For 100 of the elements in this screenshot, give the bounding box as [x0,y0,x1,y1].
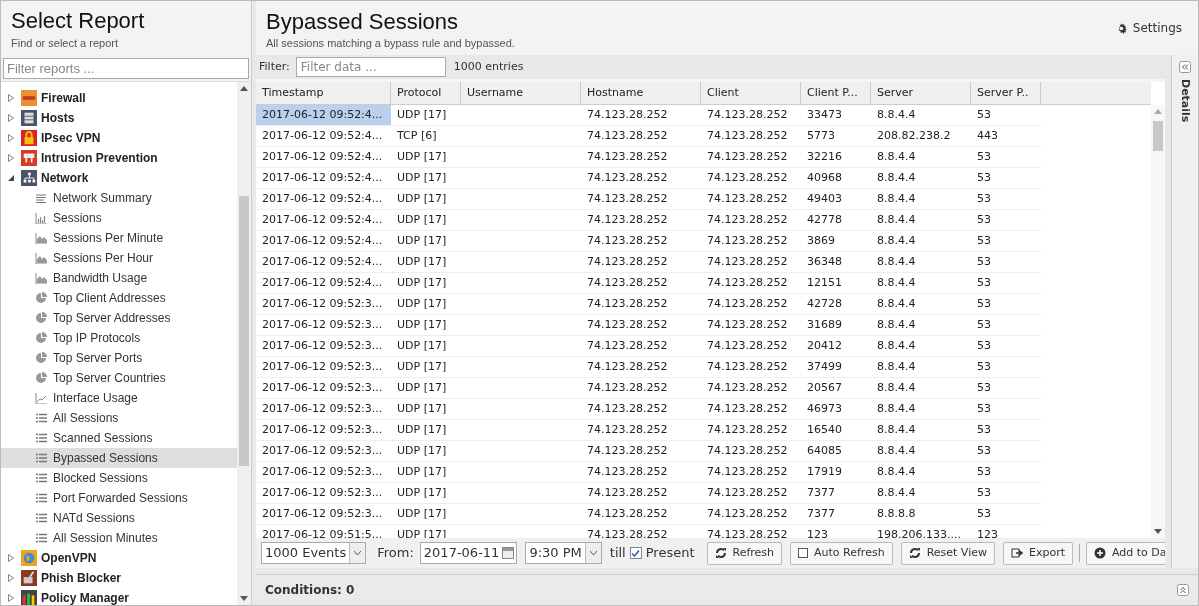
table-cell-text: 8.8.4.4 [876,379,917,396]
toolbar-button[interactable]: Auto Refresh [790,541,893,565]
column-header[interactable]: Hostname [581,82,701,104]
settings-button[interactable]: Settings [1115,19,1182,37]
column-header[interactable]: Timestamp [256,82,391,104]
table-cell-text: 53 [976,148,992,165]
table-cell-text: 8.8.4.4 [876,358,917,375]
present-checkbox[interactable]: Present [629,543,695,563]
report-item[interactable]: Top Server Countries [1,368,237,388]
category-icon [21,150,37,166]
report-item[interactable]: Top IP Protocols [1,328,237,348]
table-cell-text: 53 [976,190,992,207]
toolbar-button[interactable]: Refresh [706,541,783,565]
date-field[interactable]: 2017-06-11 [419,542,518,564]
list-icon [35,472,47,484]
table-cell-text: 33473 [806,106,843,123]
report-item[interactable]: Blocked Sessions [1,468,237,488]
report-item[interactable]: Sessions [1,208,237,228]
column-header[interactable]: Server P.. [971,82,1041,104]
report-item[interactable]: Scanned Sessions [1,428,237,448]
tree-node[interactable]: Policy Manager [1,588,237,605]
column-header[interactable]: Username [461,82,581,104]
table-cell-text: 2017-06-12 09:52:4... [261,169,384,186]
tree-node[interactable]: IPsec VPN [1,128,237,148]
report-item[interactable]: Sessions Per Hour [1,248,237,268]
table-cell-text: 2017-06-12 09:52:3... [261,316,384,333]
report-item[interactable]: NATd Sessions [1,508,237,528]
table-cell-text: 74.123.28.252 [706,106,789,123]
conditions-bar[interactable]: Conditions: 0 [256,574,1198,605]
scroll-down-icon[interactable] [1154,529,1162,534]
tree-node[interactable]: OpenVPN [1,548,237,568]
table-cell-text: 8.8.4.4 [876,442,917,459]
category-icon [21,110,37,126]
toolbar-button[interactable]: Export [1002,541,1073,565]
table-cell-text: 74.123.28.252 [586,463,669,480]
table-cell-text: UDP [17] [396,211,448,228]
table-cell-text: 12151 [806,274,843,291]
column-header[interactable]: Client [701,82,801,104]
table-cell-text: 74.123.28.252 [706,463,789,480]
scroll-thumb[interactable] [1153,121,1163,151]
report-item[interactable]: Top Server Addresses [1,308,237,328]
table-cell-text: 8.8.4.4 [876,169,917,186]
table-cell-text: 74.123.28.252 [706,400,789,417]
table-cell-text: 53 [976,358,992,375]
column-header[interactable]: Client P... [801,82,871,104]
table-cell-text: 32216 [806,148,843,165]
scroll-up-icon[interactable] [240,86,248,91]
scroll-thumb[interactable] [239,196,249,466]
report-item[interactable]: Network Summary [1,188,237,208]
table-cell-text: 53 [976,337,992,354]
time-dropdown[interactable]: 9:30 PM [525,542,602,564]
table-cell-text: UDP [17] [396,316,448,333]
report-item[interactable]: Top Client Addresses [1,288,237,308]
report-item[interactable]: Top Server Ports [1,348,237,368]
table-cell-text: 5773 [806,127,836,144]
category-icon [21,570,37,586]
table-cell-text: 74.123.28.252 [706,232,789,249]
table-cell-text: 2017-06-12 09:52:4... [261,190,384,207]
report-item[interactable]: Interface Usage [1,388,237,408]
toolbar-button[interactable]: Add to Da [1085,541,1165,565]
tree-node[interactable]: Hosts [1,108,237,128]
column-header[interactable]: Server [871,82,971,104]
table-cell-text: 8.8.8.8 [876,505,917,522]
table-cell-text: 8.8.4.4 [876,463,917,480]
column-header[interactable]: Protocol [391,82,461,104]
report-item[interactable]: Sessions Per Minute [1,228,237,248]
report-item[interactable]: Bypassed Sessions [1,448,237,468]
table-cell-text: 74.123.28.252 [586,295,669,312]
report-item[interactable]: Bandwidth Usage [1,268,237,288]
table-cell-text: 53 [976,484,992,501]
filter-field[interactable]: Filter data ... [295,57,446,77]
report-item[interactable]: All Sessions [1,408,237,428]
table-cell-text: 16540 [806,421,843,438]
details-panel[interactable]: Details [1171,55,1198,568]
table-cell-text: 2017-06-12 09:52:4... [261,232,384,249]
tree-node[interactable]: Network [1,168,237,188]
table-cell-text: 74.123.28.252 [706,484,789,501]
table-cell-text: 53 [976,274,992,291]
table-cell-text: 53 [976,442,992,459]
table-cell-text: 2017-06-12 09:52:3... [261,337,384,354]
table-cell-text: 8.8.4.4 [876,295,917,312]
report-title: Bypassed Sessions [266,9,459,35]
table-cell-text: 2017-06-12 09:52:3... [261,484,384,501]
table-cell-text: 53 [976,400,992,417]
scroll-down-icon[interactable] [240,596,248,601]
tree-node[interactable]: Phish Blocker [1,568,237,588]
table-cell-text: 74.123.28.252 [586,379,669,396]
table-cell-text: 3869 [806,232,836,249]
filter-field[interactable]: Filter reports ... [3,58,249,79]
table-cell-text: UDP [17] [396,505,448,522]
tree-node[interactable]: Intrusion Prevention [1,148,237,168]
toolbar-button[interactable]: Reset View [900,541,995,565]
report-item[interactable]: All Session Minutes [1,528,237,548]
report-item[interactable]: Port Forwarded Sessions [1,488,237,508]
table-cell-text: 74.123.28.252 [586,400,669,417]
table-cell-text: 443 [976,127,999,144]
table-cell-text: 7377 [806,484,836,501]
events-dropdown[interactable]: 1000 Events [261,542,367,564]
tree-node[interactable]: Firewall [1,88,237,108]
table-cell-text: UDP [17] [396,484,448,501]
